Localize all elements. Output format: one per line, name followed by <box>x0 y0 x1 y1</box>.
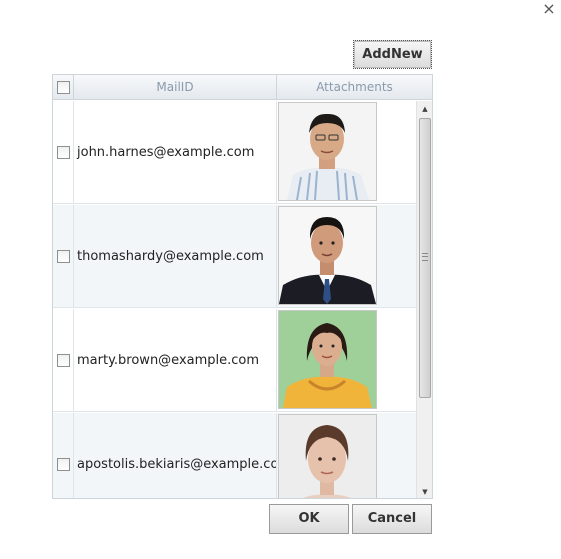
attachments-dialog: × AddNew MailID Attachments john.harnes@… <box>0 0 561 559</box>
header-check-cell <box>53 75 74 100</box>
cancel-button[interactable]: Cancel <box>352 504 432 534</box>
row-checkbox[interactable] <box>57 146 70 159</box>
grid-header: MailID Attachments <box>53 75 432 100</box>
attachment-photo[interactable] <box>278 310 377 409</box>
column-header-attachments[interactable]: Attachments <box>277 75 432 100</box>
scroll-thumb[interactable] <box>419 118 431 398</box>
mail-cell: john.harnes@example.com <box>74 101 277 204</box>
row-checkbox[interactable] <box>57 250 70 263</box>
row-check-cell <box>53 309 74 412</box>
row-check-cell <box>53 101 74 204</box>
attachment-photo[interactable] <box>278 206 377 305</box>
grid-body: john.harnes@example.com thomashardy@exam… <box>53 101 432 498</box>
row-check-cell <box>53 413 74 498</box>
attachment-cell <box>277 205 416 308</box>
select-all-checkbox[interactable] <box>57 81 70 94</box>
row-check-cell <box>53 205 74 308</box>
ok-button[interactable]: OK <box>269 504 349 534</box>
row-checkbox[interactable] <box>57 354 70 367</box>
close-icon[interactable]: × <box>540 0 558 18</box>
attachment-cell <box>277 413 416 498</box>
attachment-photo[interactable] <box>278 102 377 201</box>
vertical-scrollbar[interactable]: ▲ ▼ <box>416 101 432 498</box>
add-new-button[interactable]: AddNew <box>353 40 432 69</box>
scroll-grip-icon <box>422 253 428 261</box>
mail-cell: thomashardy@example.com <box>74 205 277 308</box>
attachment-photo[interactable] <box>278 414 377 498</box>
row-checkbox[interactable] <box>57 458 70 471</box>
column-header-mailid[interactable]: MailID <box>74 75 277 100</box>
scroll-up-icon[interactable]: ▲ <box>417 101 432 117</box>
mail-cell: apostolis.bekiaris@example.com <box>74 413 277 498</box>
attachment-cell <box>277 101 416 204</box>
scroll-down-icon[interactable]: ▼ <box>417 484 432 498</box>
table-row: marty.brown@example.com <box>53 309 416 412</box>
table-row: john.harnes@example.com <box>53 101 416 204</box>
mail-cell: marty.brown@example.com <box>74 309 277 412</box>
table-row: thomashardy@example.com <box>53 205 416 308</box>
table-row: apostolis.bekiaris@example.com <box>53 413 416 498</box>
mail-grid: MailID Attachments john.harnes@example.c… <box>52 74 433 499</box>
attachment-cell <box>277 309 416 412</box>
